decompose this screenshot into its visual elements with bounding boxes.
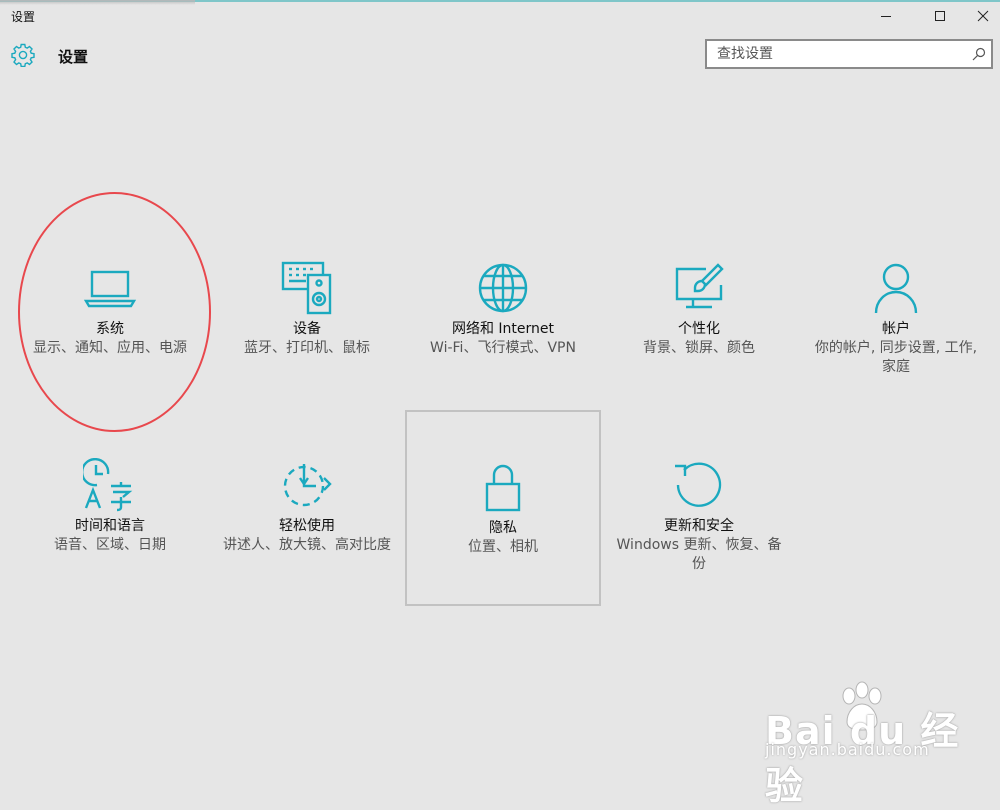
tile-devices-name: 设备 [293,321,321,337]
close-icon [977,10,989,22]
search-icon[interactable] [971,46,987,62]
minimize-icon [881,16,891,17]
tile-system-name: 系统 [96,321,124,337]
window-title: 设置 [11,10,36,24]
tile-accounts-name: 帐户 [882,321,910,337]
tile-network-desc: Wi-Fi、飞行模式、VPN [430,340,576,356]
minimize-button[interactable] [863,0,909,32]
tile-ease-of-access-desc: 讲述人、放大镜、高对比度 [223,537,391,553]
tile-privacy-name: 隐私 [489,520,517,536]
watermark-brand: Bai du 经验 [765,709,960,808]
watermark: Bai du 经验 jingyan.baidu.com [765,680,995,808]
watermark-url: jingyan.baidu.com [765,740,930,759]
tile-ease-of-access[interactable]: 轻松使用 讲述人、放大镜、高对比度 [209,408,405,604]
devices-icon [280,261,334,315]
person-icon [869,261,923,315]
tile-personalization-desc: 背景、锁屏、颜色 [643,340,755,356]
tile-time-language[interactable]: 时间和语言 语音、区域、日期 [12,408,208,604]
title-bar[interactable]: 设置 [0,0,1000,32]
tile-personalization[interactable]: 个性化 背景、锁屏、颜色 [601,211,797,407]
tile-system[interactable]: 系统 显示、通知、应用、电源 [12,211,208,407]
tile-devices-desc: 蓝牙、打印机、鼠标 [244,340,370,356]
tile-update-security[interactable]: 更新和安全 Windows 更新、恢复、备份 [601,408,797,604]
tile-update-security-desc: Windows 更新、恢复、备份 [616,537,782,572]
tile-accounts[interactable]: 帐户 你的帐户, 同步设置, 工作, 家庭 [798,211,994,407]
tile-update-security-name: 更新和安全 [664,518,734,534]
tile-time-language-desc: 语音、区域、日期 [54,537,166,553]
tile-network-name: 网络和 Internet [451,321,555,337]
paw-icon [842,681,882,731]
lock-icon [476,460,530,514]
tile-devices[interactable]: 设备 蓝牙、打印机、鼠标 [209,211,405,407]
tile-system-desc: 显示、通知、应用、电源 [33,340,187,356]
maximize-icon [935,11,945,21]
maximize-button[interactable] [917,0,963,32]
tile-personalization-name: 个性化 [678,321,720,337]
personalization-icon [672,261,726,315]
search-input[interactable] [707,41,962,67]
laptop-icon [83,261,137,315]
tile-time-language-name: 时间和语言 [75,518,145,534]
globe-icon [476,261,530,315]
time-language-icon [81,458,137,512]
tile-ease-of-access-name: 轻松使用 [279,518,335,534]
tile-accounts-desc: 你的帐户, 同步设置, 工作, 家庭 [814,340,978,375]
tile-privacy-desc: 位置、相机 [468,539,538,555]
gear-icon [11,43,35,67]
tile-network[interactable]: 网络和 Internet Wi-Fi、飞行模式、VPN [405,211,601,407]
tile-privacy[interactable]: 隐私 位置、相机 [405,410,601,606]
close-button[interactable] [960,0,1000,32]
update-icon [672,458,726,512]
ease-of-access-icon [280,458,334,512]
page-title: 设置 [58,48,89,66]
search-box[interactable] [705,39,993,69]
